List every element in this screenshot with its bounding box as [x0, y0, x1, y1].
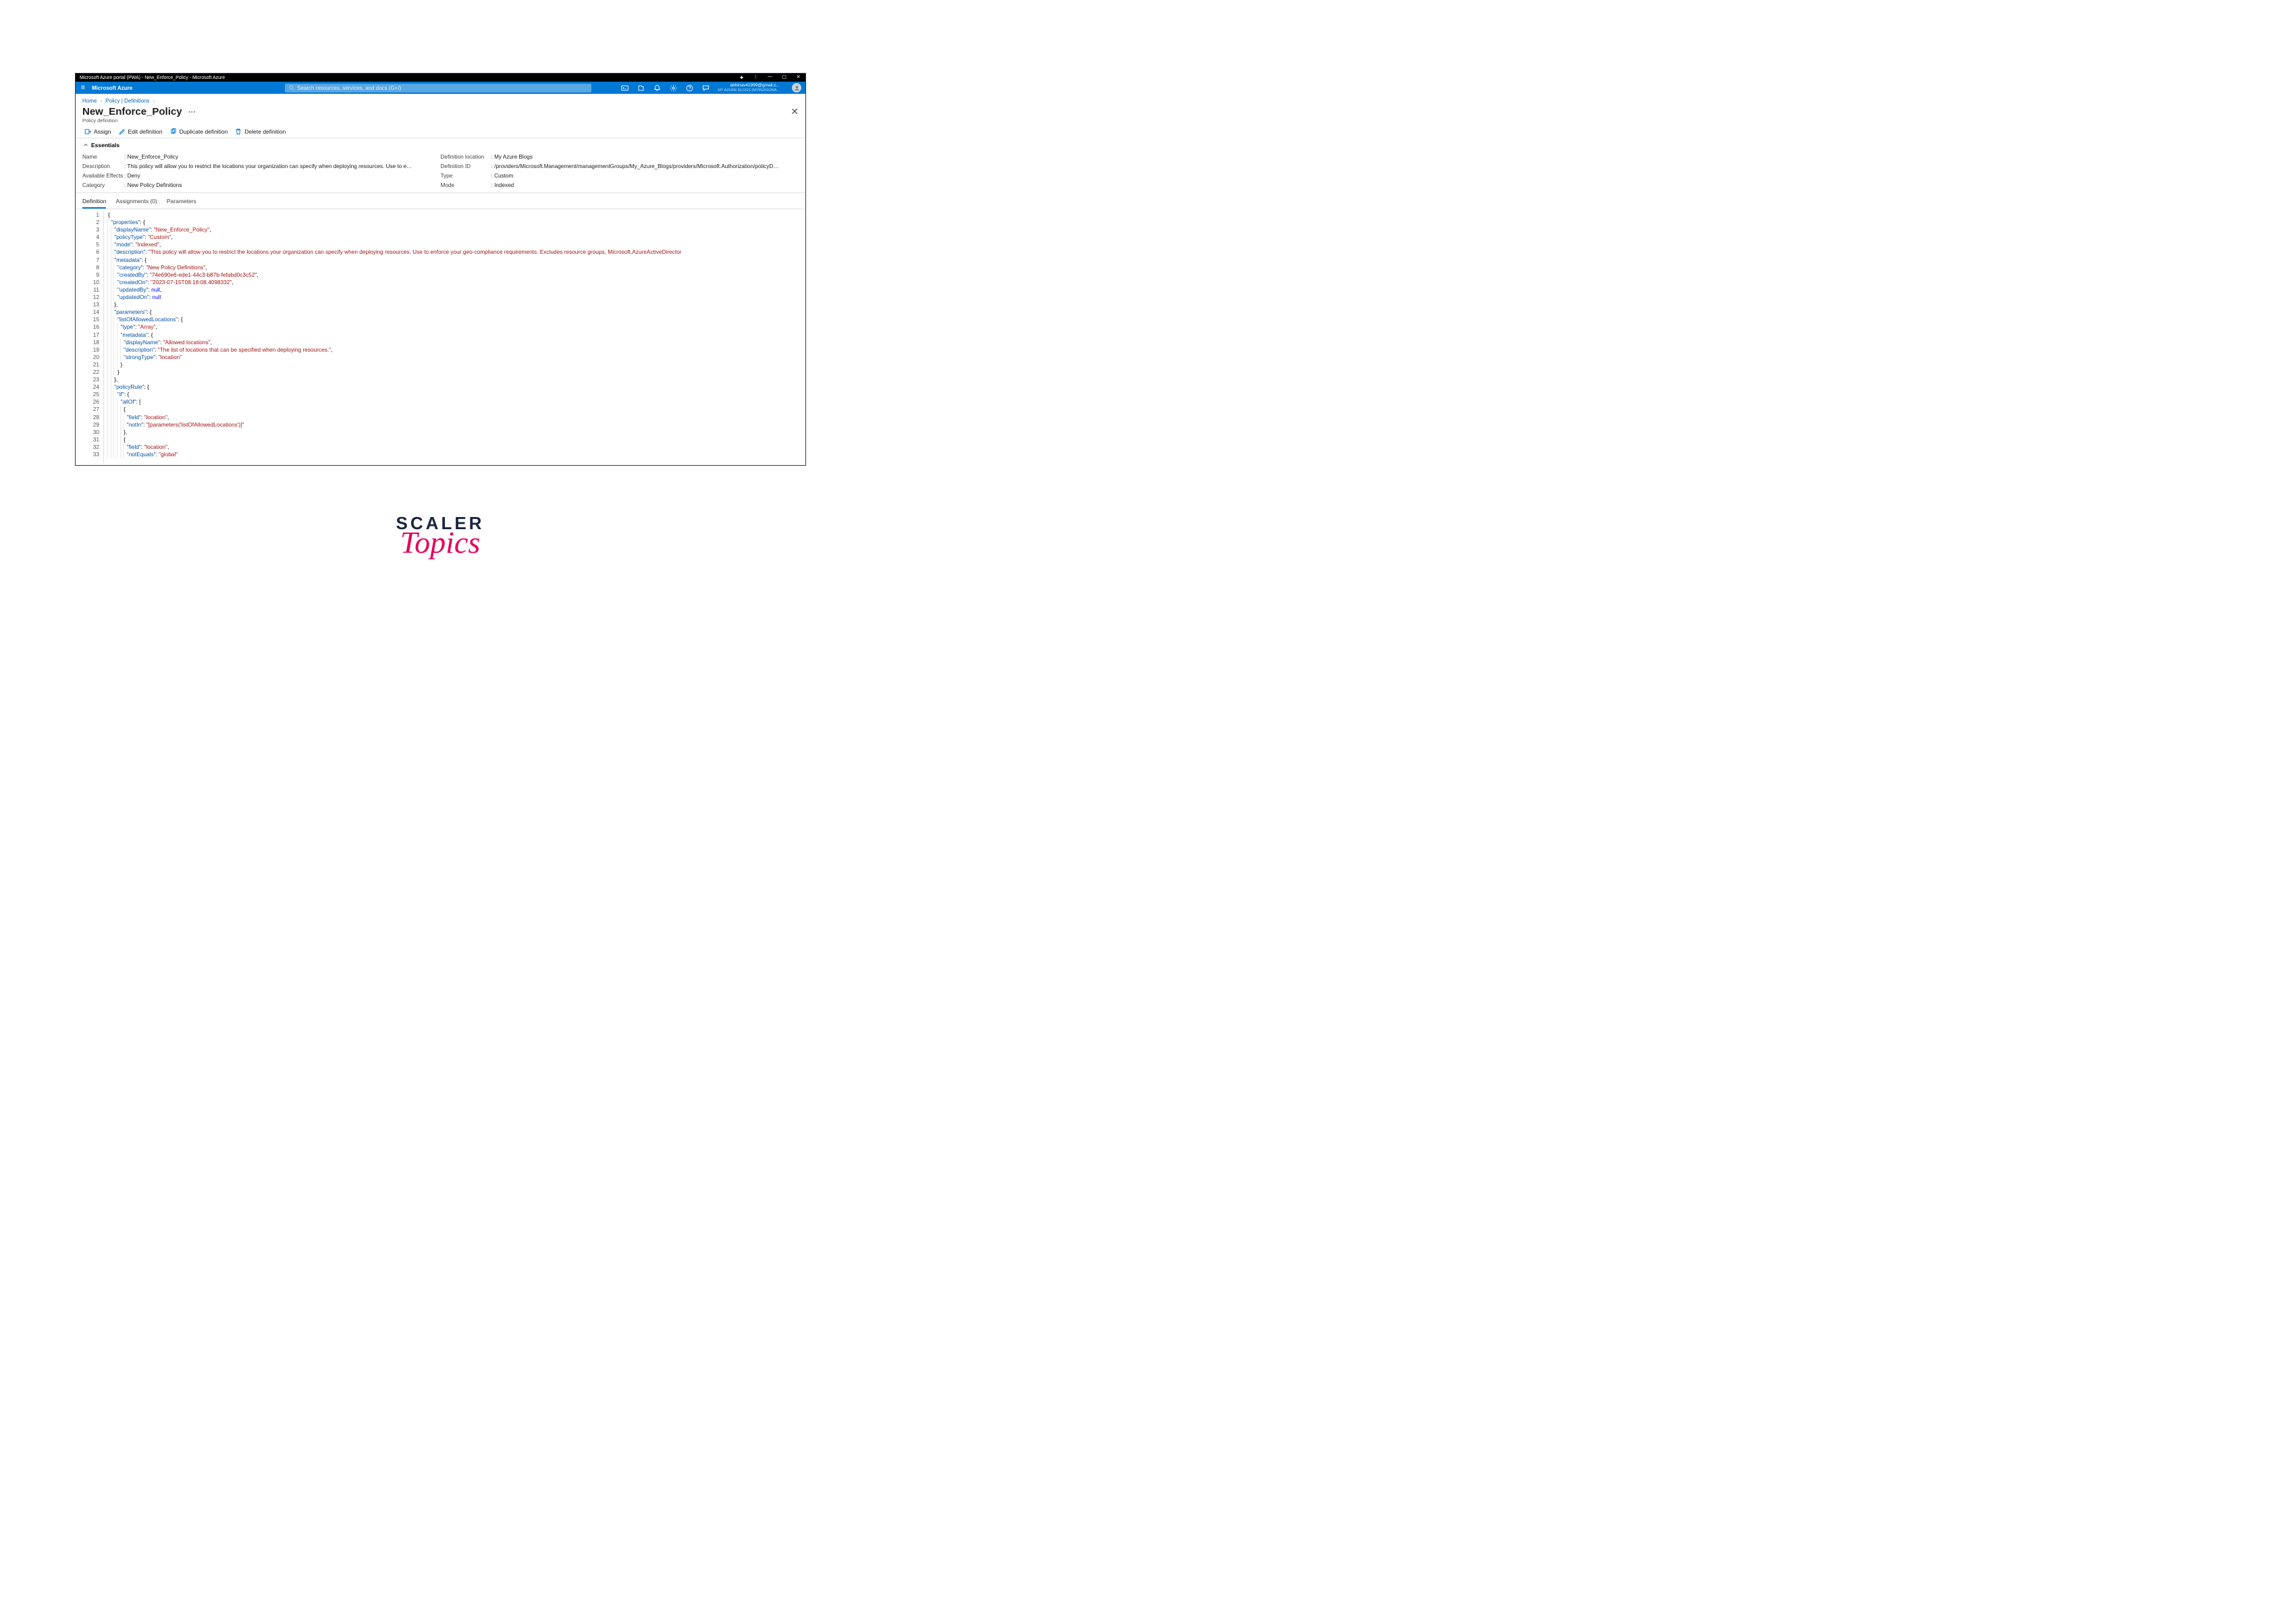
os-titlebar: Microsoft Azure portal (PWA) - New_Enfor…: [76, 74, 805, 82]
azure-topbar: ≡ Microsoft Azure Search resources, serv…: [76, 82, 805, 94]
prop-value: New_Enforce_Policy: [124, 154, 178, 160]
hamburger-icon[interactable]: ≡: [76, 84, 90, 92]
close-icon[interactable]: ✕: [795, 74, 801, 82]
tab-assignments[interactable]: Assignments (0): [115, 198, 157, 209]
window-title: Microsoft Azure portal (PWA) - New_Enfor…: [80, 76, 739, 80]
line-gutter: 1234567891011121314151617181920212223242…: [82, 211, 104, 464]
brand-label: Microsoft Azure: [90, 85, 132, 91]
prop-value: Deny: [124, 173, 140, 179]
page-subtitle: Policy definition: [82, 117, 799, 124]
page-content: Home › Policy | Definitions › New_Enforc…: [76, 94, 805, 464]
prop-label: Category: [82, 182, 124, 188]
assign-button[interactable]: Assign: [84, 128, 111, 135]
essentials-toggle[interactable]: Essentials: [82, 142, 799, 148]
duplicate-icon: [170, 128, 177, 135]
command-bar: Assign Edit definition Duplicate definit…: [82, 128, 799, 135]
tenant-label: MY AZURE BLOGS (MYPERSONA...: [718, 88, 780, 92]
essentials-label: Essentials: [91, 142, 119, 148]
prop-label: Mode: [441, 182, 491, 188]
prop-label: Type: [441, 173, 491, 179]
avatar[interactable]: [792, 83, 801, 92]
breadcrumb: Home › Policy | Definitions ›: [82, 98, 799, 104]
tabs: Definition Assignments (0) Parameters: [76, 198, 805, 209]
code-body: { "properties": { "displayName": "New_En…: [104, 211, 799, 464]
tab-parameters[interactable]: Parameters: [167, 198, 196, 209]
essentials-properties: NameNew_Enforce_Policy DescriptionThis p…: [82, 152, 799, 190]
prop-label: Definition ID: [441, 163, 491, 169]
prop-value: New Policy Definitions: [124, 182, 182, 188]
trash-icon: [235, 128, 242, 135]
prop-value: Custom: [491, 173, 514, 179]
prop-label: Description: [82, 163, 124, 169]
prop-label: Available Effects: [82, 173, 124, 179]
settings-icon[interactable]: [669, 84, 677, 92]
prop-label: Name: [82, 154, 124, 160]
page-title: New_Enforce_Policy: [82, 106, 182, 117]
extension-icon[interactable]: ✦: [739, 74, 745, 82]
topics-label: Topics: [396, 524, 485, 560]
maximize-icon[interactable]: ▢: [781, 74, 787, 82]
search-placeholder: Search resources, services, and docs (G+…: [297, 85, 401, 91]
chevron-right-icon: ›: [101, 99, 102, 104]
duplicate-button[interactable]: Duplicate definition: [170, 128, 228, 135]
delete-button[interactable]: Delete definition: [235, 128, 286, 135]
chevron-up-icon: [83, 142, 88, 148]
divider: [76, 192, 805, 193]
delete-label: Delete definition: [244, 128, 286, 135]
user-account[interactable]: abhinav41999@gmail.c... MY AZURE BLOGS (…: [718, 83, 781, 92]
breadcrumb-definitions[interactable]: Policy | Definitions: [105, 98, 149, 104]
prop-value: My Azure Blogs: [491, 154, 533, 160]
azure-portal-window: Microsoft Azure portal (PWA) - New_Enfor…: [75, 73, 806, 466]
user-email: abhinav41999@gmail.c...: [718, 83, 780, 88]
search-input[interactable]: Search resources, services, and docs (G+…: [285, 84, 591, 92]
breadcrumb-home[interactable]: Home: [82, 98, 97, 104]
notifications-icon[interactable]: [653, 84, 661, 92]
assign-label: Assign: [94, 128, 111, 135]
kebab-icon[interactable]: ⋮: [753, 74, 759, 82]
edit-label: Edit definition: [128, 128, 163, 135]
json-editor[interactable]: 1234567891011121314151617181920212223242…: [82, 211, 799, 464]
more-actions-icon[interactable]: ⋯: [188, 107, 196, 116]
help-icon[interactable]: [685, 84, 693, 92]
prop-label: Definition location: [441, 154, 491, 160]
duplicate-label: Duplicate definition: [180, 128, 228, 135]
search-icon: [289, 85, 294, 90]
tab-definition[interactable]: Definition: [82, 198, 106, 209]
feedback-icon[interactable]: [701, 84, 710, 92]
cloud-shell-icon[interactable]: [620, 84, 629, 92]
prop-value: Indexed: [491, 182, 514, 188]
assign-icon: [84, 128, 91, 135]
pencil-icon: [119, 128, 126, 135]
scaler-watermark: SCALER Topics: [396, 513, 485, 560]
prop-value: This policy will allow you to restrict t…: [124, 163, 415, 169]
edit-button[interactable]: Edit definition: [119, 128, 163, 135]
minimize-icon[interactable]: —: [767, 74, 773, 82]
close-blade-icon[interactable]: ✕: [791, 106, 799, 117]
prop-value: /providers/Microsoft.Management/manageme…: [491, 163, 782, 169]
directories-icon[interactable]: [637, 84, 645, 92]
chevron-right-icon: ›: [153, 99, 155, 104]
